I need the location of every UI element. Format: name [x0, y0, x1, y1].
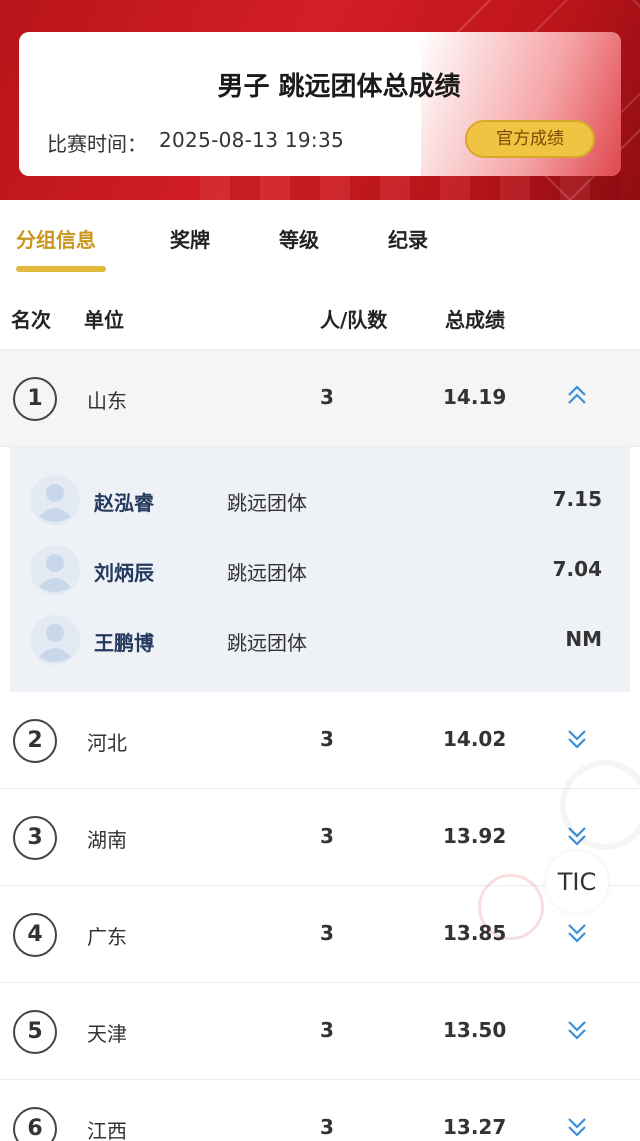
table-row[interactable]: 4 广东 3 13.85 — [0, 886, 640, 983]
rank-badge: 3 — [13, 816, 57, 860]
table-row[interactable]: 5 天津 3 13.50 — [0, 983, 640, 1080]
athlete-name: 刘炳辰 — [94, 561, 154, 585]
table-header: 名次 单位 人/队数 总成绩 — [0, 286, 640, 350]
rank-badge: 4 — [13, 913, 57, 957]
chevron-double-down-icon[interactable] — [563, 724, 591, 752]
tab-group-info[interactable]: 分组信息 — [16, 224, 96, 253]
team-count: 3 — [320, 921, 334, 945]
athlete-event: 跳远团体 — [227, 491, 307, 515]
total-score: 13.27 — [443, 1115, 507, 1139]
time-value: 2025-08-13 19:35 — [159, 128, 345, 152]
table-row[interactable]: 3 湖南 3 13.92 — [0, 789, 640, 886]
tab-records[interactable]: 纪录 — [388, 224, 428, 253]
user-avatar-icon — [30, 475, 80, 525]
time-label: 比赛时间： — [47, 132, 147, 156]
total-score: 13.92 — [443, 824, 507, 848]
event-info-card: 男子 跳远团体总成绩 比赛时间： 2025-08-13 19:35 官方成绩 — [19, 32, 621, 176]
member-list: 赵泓睿 跳远团体 7.15 刘炳辰 跳远团体 7.04 王鹏博 跳远团体 NM — [10, 447, 630, 692]
page-title: 男子 跳远团体总成绩 — [217, 72, 461, 102]
tab-bar: 分组信息 奖牌 等级 纪录 — [0, 200, 640, 286]
table-row[interactable]: 1 山东 3 14.19 — [0, 350, 640, 447]
unit-name: 山东 — [87, 389, 127, 413]
header-unit: 单位 — [84, 308, 124, 332]
team-count: 3 — [320, 1018, 334, 1042]
athlete-name: 赵泓睿 — [94, 491, 154, 515]
team-count: 3 — [320, 1115, 334, 1139]
user-avatar-icon — [30, 615, 80, 665]
list-item: 赵泓睿 跳远团体 7.15 — [10, 465, 630, 535]
tab-levels[interactable]: 等级 — [279, 224, 319, 253]
unit-name: 广东 — [87, 925, 127, 949]
chevron-double-down-icon[interactable] — [563, 1112, 591, 1140]
total-score: 14.19 — [443, 385, 507, 409]
team-count: 3 — [320, 824, 334, 848]
athlete-event: 跳远团体 — [227, 631, 307, 655]
unit-name: 河北 — [87, 731, 127, 755]
tab-medals[interactable]: 奖牌 — [170, 224, 210, 253]
chevron-double-down-icon[interactable] — [563, 918, 591, 946]
team-count: 3 — [320, 385, 334, 409]
chevron-double-down-icon[interactable] — [563, 1015, 591, 1043]
watermark-decoration — [560, 760, 640, 850]
active-tab-indicator — [16, 266, 106, 272]
table-row[interactable]: 6 江西 3 13.27 — [0, 1080, 640, 1141]
official-results-button[interactable]: 官方成绩 — [465, 120, 595, 158]
rank-badge: 6 — [13, 1107, 57, 1141]
watermark-decoration — [478, 874, 544, 940]
athlete-event: 跳远团体 — [227, 561, 307, 585]
list-item: 王鹏博 跳远团体 NM — [10, 605, 630, 675]
athlete-score: NM — [565, 627, 602, 651]
floating-tic-button[interactable]: TIC — [546, 851, 608, 913]
unit-name: 江西 — [87, 1119, 127, 1141]
header-total: 总成绩 — [445, 308, 505, 332]
rank-badge: 5 — [13, 1010, 57, 1054]
table-row[interactable]: 2 河北 3 14.02 — [0, 692, 640, 789]
athlete-score: 7.15 — [552, 487, 602, 511]
chevron-double-up-icon[interactable] — [563, 382, 591, 410]
rank-badge: 1 — [13, 377, 57, 421]
rank-badge: 2 — [13, 719, 57, 763]
total-score: 14.02 — [443, 727, 507, 751]
unit-name: 天津 — [87, 1022, 127, 1046]
athlete-score: 7.04 — [552, 557, 602, 581]
total-score: 13.50 — [443, 1018, 507, 1042]
user-avatar-icon — [30, 545, 80, 595]
header-count: 人/队数 — [320, 308, 388, 332]
list-item: 刘炳辰 跳远团体 7.04 — [10, 535, 630, 605]
athlete-name: 王鹏博 — [94, 631, 154, 655]
unit-name: 湖南 — [87, 828, 127, 852]
team-count: 3 — [320, 727, 334, 751]
header-rank: 名次 — [11, 308, 51, 332]
